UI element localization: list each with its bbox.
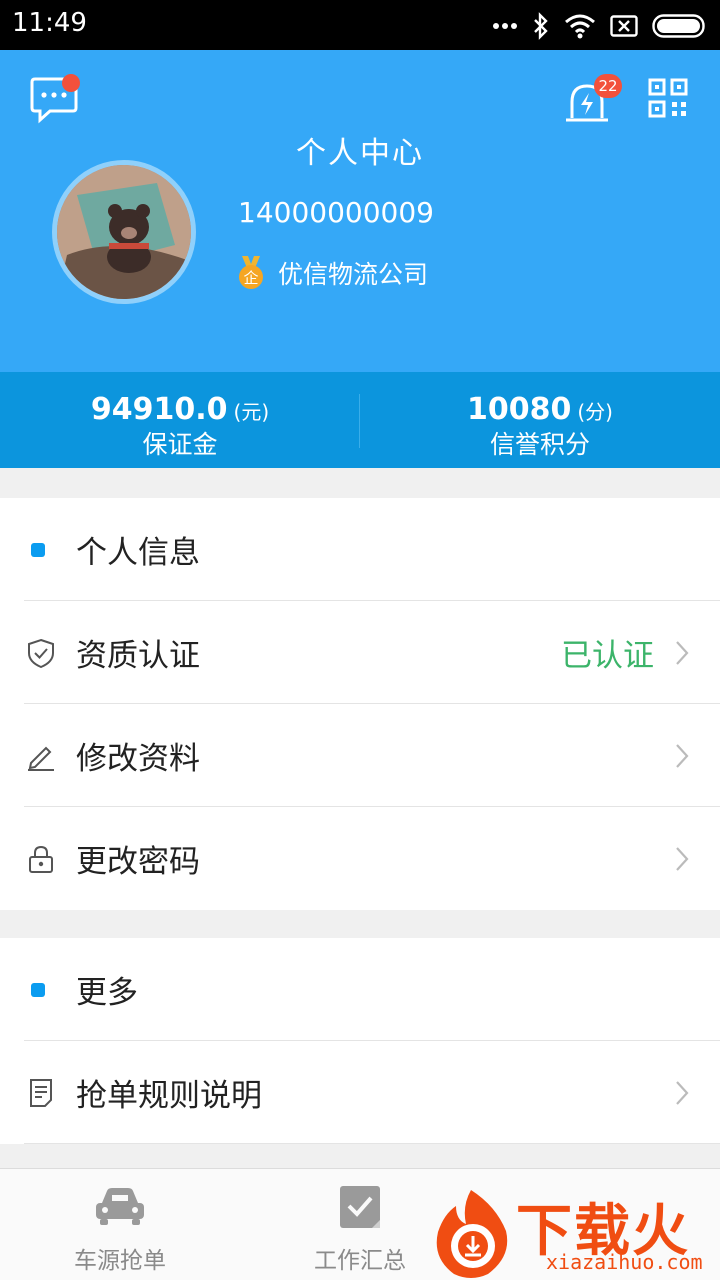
menu-item-label: 修改资料	[76, 741, 200, 777]
credit-label: 信誉积分	[489, 430, 590, 459]
battery-icon	[652, 14, 705, 38]
medal-char: 企	[243, 269, 258, 287]
credit-value: 10080	[467, 392, 572, 427]
watermark-logo: 下载火 xiazaihuo.com	[426, 1186, 720, 1280]
deposit-label: 保证金	[142, 430, 218, 459]
menu-item-label: 资质认证	[76, 638, 200, 674]
avatar-image	[57, 165, 191, 299]
qr-code-icon[interactable]	[648, 78, 688, 118]
chevron-right-icon	[676, 1080, 689, 1105]
credit-stat[interactable]: 10080 (分) 信誉积分	[360, 372, 720, 468]
status-time: 11:49	[12, 8, 87, 38]
menu-item-change-password[interactable]: 更改密码	[0, 807, 720, 910]
section-marker	[31, 542, 45, 557]
more-section: 更多 抢单规则说明	[0, 938, 720, 1144]
certification-status: 已认证	[561, 638, 654, 674]
menu-item-edit-profile[interactable]: 修改资料	[0, 704, 720, 807]
tab-label: 车源抢单	[74, 1248, 166, 1274]
chevron-right-icon	[676, 846, 689, 871]
car-icon	[96, 1188, 144, 1225]
deposit-unit: (元)	[233, 400, 270, 424]
wifi-icon	[565, 14, 595, 39]
menu-item-label: 更改密码	[76, 844, 200, 880]
section-title: 个人信息	[76, 535, 200, 571]
shield-check-icon	[28, 638, 54, 668]
sim-card-icon	[610, 15, 638, 37]
deposit-value: 94910.0	[90, 392, 228, 427]
pencil-icon	[28, 746, 54, 771]
credit-unit: (分)	[577, 400, 613, 424]
deposit-stat[interactable]: 94910.0 (元) 保证金	[0, 372, 360, 468]
divider	[24, 1143, 720, 1144]
menu-item-grab-rules[interactable]: 抢单规则说明	[0, 1041, 720, 1144]
company-name: 优信物流公司	[278, 260, 429, 289]
stats-strip: 94910.0 (元) 保证金 10080 (分) 信誉积分	[0, 372, 720, 468]
lock-icon	[29, 845, 53, 873]
alarm-count-badge: 22	[594, 74, 622, 98]
section-heading-more: 更多	[0, 938, 720, 1041]
section-heading-personal-info: 个人信息	[0, 498, 720, 601]
checkbox-icon	[340, 1186, 380, 1228]
personal-info-section: 个人信息 资质认证 已认证 修改资料 更改密码	[0, 498, 720, 910]
medal-icon: 企	[239, 256, 263, 289]
avatar[interactable]	[52, 160, 196, 304]
company-row: 企 优信物流公司	[236, 255, 428, 291]
status-bar: 11:49	[0, 0, 720, 50]
menu-item-label: 抢单规则说明	[76, 1078, 262, 1114]
watermark-url: xiazaihuo.com	[546, 1250, 703, 1274]
user-phone: 14000000009	[238, 196, 434, 229]
profile-header: 个人中心 22 14000000009 企 优信物流公司	[0, 50, 720, 372]
more-dots-icon	[493, 23, 517, 29]
status-icons	[492, 12, 708, 40]
message-unread-dot	[62, 74, 80, 92]
section-marker	[31, 982, 45, 997]
bluetooth-icon	[534, 12, 548, 40]
tab-car-source[interactable]: 车源抢单	[0, 1169, 240, 1280]
flame-logo-icon	[436, 1190, 508, 1278]
chevron-right-icon	[676, 743, 689, 768]
section-title: 更多	[76, 975, 138, 1011]
document-icon	[30, 1078, 52, 1107]
menu-item-certification[interactable]: 资质认证 已认证	[0, 601, 720, 704]
chevron-right-icon	[676, 640, 689, 665]
